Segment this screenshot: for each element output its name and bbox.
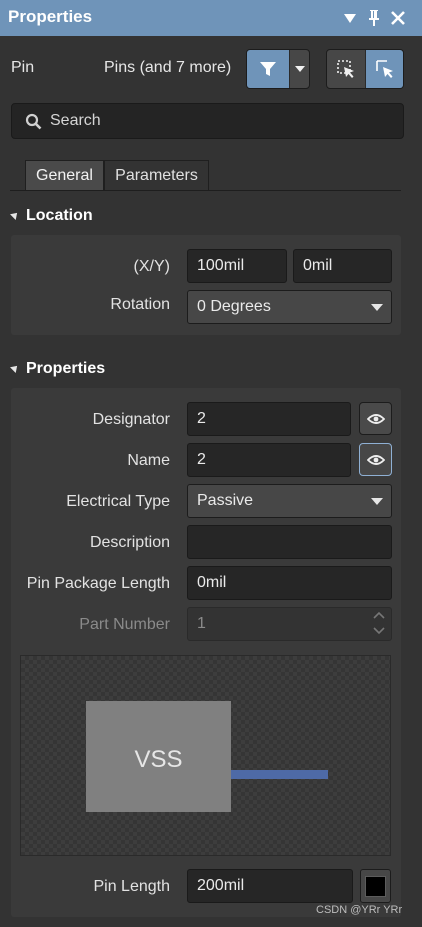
designator-label: Designator (92, 411, 170, 428)
rotation-value: 0 Degrees (197, 298, 271, 315)
select-pointer-button[interactable] (365, 50, 403, 88)
chevron-up-icon (373, 611, 385, 619)
description-field[interactable] (187, 525, 392, 559)
dropdown-arrow-icon (294, 66, 305, 72)
pin-package-length-label: Pin Package Length (26, 575, 170, 592)
rotation-label: Rotation (110, 296, 170, 313)
location-section-header[interactable]: Location (10, 207, 93, 225)
filter-button[interactable] (247, 50, 289, 88)
rotation-select[interactable]: 0 Degrees (187, 290, 392, 324)
xy-label: (X/Y) (133, 258, 170, 275)
pin-preview-name: VSS (134, 746, 183, 773)
panel-title-bar: Properties (0, 0, 422, 36)
filter-icon (260, 62, 276, 76)
tab-general[interactable]: General (25, 160, 104, 191)
chevron-down-icon (371, 304, 383, 311)
pin-package-length-field[interactable]: 0mil (187, 566, 392, 600)
y-coordinate-field[interactable]: 0mil (293, 249, 392, 283)
electrical-type-select[interactable]: Passive (187, 484, 392, 518)
collapse-triangle-icon (10, 363, 20, 373)
pin-preview: VSS (20, 655, 391, 856)
select-window-icon (337, 60, 354, 78)
pin-line (231, 770, 328, 779)
panel-title: Properties (8, 7, 93, 26)
selection-button-group (326, 49, 404, 89)
dropdown-icon[interactable] (343, 8, 361, 28)
x-coordinate-field[interactable]: 100mil (187, 249, 287, 283)
pin-icon[interactable] (367, 8, 385, 28)
properties-section-header[interactable]: Properties (10, 360, 106, 378)
search-icon (25, 113, 42, 135)
tab-parameters[interactable]: Parameters (104, 160, 209, 191)
pin-color-picker[interactable] (360, 869, 391, 903)
designator-field[interactable]: 2 (187, 402, 351, 436)
electrical-type-value: Passive (197, 492, 254, 509)
chevron-down-icon (373, 627, 385, 635)
name-visibility-button[interactable] (359, 443, 392, 476)
search-placeholder: Search (50, 112, 101, 129)
pin-length-field[interactable]: 200mil (187, 869, 353, 903)
select-window-button[interactable] (327, 50, 365, 88)
pin-body: VSS (86, 701, 231, 812)
filter-dropdown-button[interactable] (289, 50, 309, 88)
description-label: Description (89, 534, 170, 551)
select-pointer-icon (375, 60, 393, 78)
part-number-label: Part Number (79, 616, 170, 633)
eye-icon (366, 413, 385, 424)
electrical-type-label: Electrical Type (66, 493, 170, 510)
object-type-label: Pin (11, 59, 35, 76)
collapse-triangle-icon (10, 210, 20, 220)
watermark: CSDN @YRr YRr (316, 904, 403, 916)
pin-length-label: Pin Length (93, 878, 170, 895)
name-field[interactable]: 2 (187, 443, 351, 477)
search-input[interactable]: Search (11, 103, 404, 139)
location-heading: Location (26, 207, 93, 224)
properties-heading: Properties (26, 360, 106, 377)
designator-visibility-button[interactable] (359, 402, 392, 435)
eye-icon (366, 454, 385, 465)
pin-color-swatch (365, 875, 386, 897)
part-number-stepper: 1 (187, 607, 392, 641)
tab-divider (10, 190, 401, 191)
part-number-value: 1 (197, 615, 206, 632)
name-label: Name (127, 452, 170, 469)
chevron-down-icon (371, 498, 383, 505)
filter-button-group (246, 49, 310, 89)
close-icon[interactable] (390, 8, 408, 28)
selection-summary[interactable]: Pins (and 7 more) (104, 59, 231, 77)
